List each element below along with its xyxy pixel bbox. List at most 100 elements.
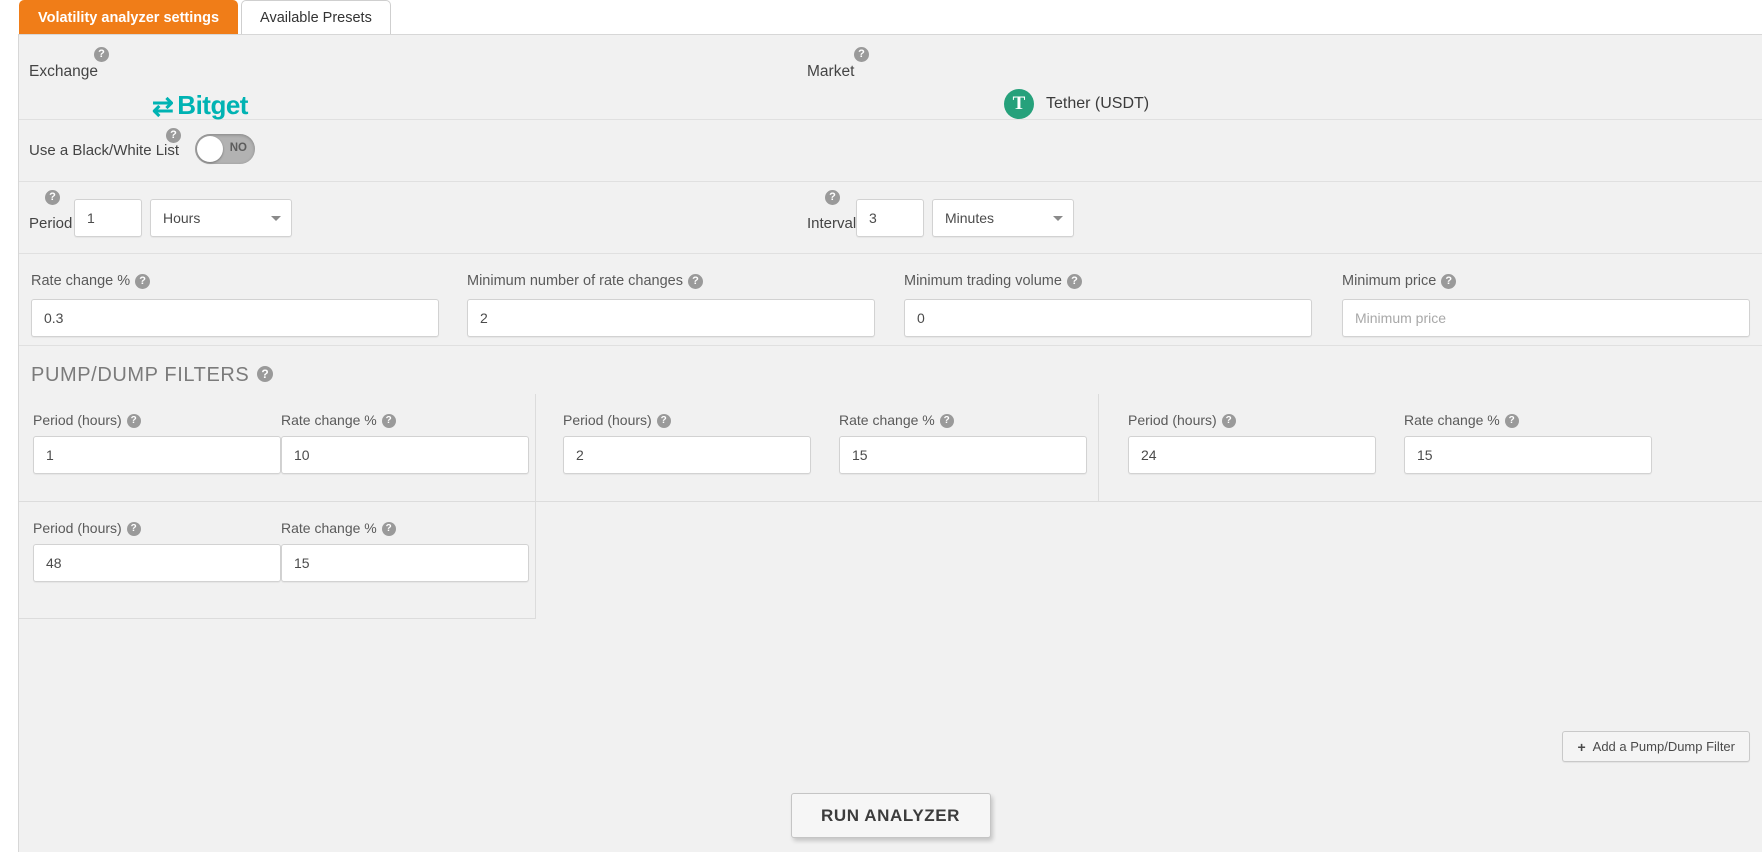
period-help-icon[interactable]: ?	[45, 190, 60, 205]
pd4-period-input[interactable]: 48	[33, 544, 281, 582]
pump-dump-filter-1: Period (hours)? 1 Rate change %? 10	[19, 394, 536, 502]
settings-panel: Exchange ? ⇄ Bitget Market ? T Tether (U…	[18, 34, 1762, 852]
pd4-period-help-icon[interactable]: ?	[126, 522, 141, 537]
rate-change-label: Rate change %?	[31, 273, 151, 289]
interval-value-input[interactable]: 3	[856, 199, 924, 237]
main-filters-row: Rate change %? 0.3 Minimum number of rat…	[19, 254, 1762, 346]
pump-dump-title-row: PUMP/DUMP FILTERS?	[19, 346, 1762, 394]
blacklist-help-icon[interactable]: ?	[166, 128, 181, 143]
chevron-down-icon	[271, 216, 281, 221]
label-text: Rate change %	[31, 273, 131, 289]
pd2-rate-label: Rate change %?	[839, 412, 954, 429]
min-trading-volume-label: Minimum trading volume?	[904, 273, 1082, 289]
pd2-period-label: Period (hours)?	[563, 412, 671, 429]
tab-available-presets[interactable]: Available Presets	[241, 0, 391, 34]
tether-icon: T	[1004, 89, 1034, 119]
label-text: Rate change %	[281, 412, 377, 428]
bitget-mark-icon: ⇄	[152, 90, 174, 121]
label-text: Rate change %	[1404, 412, 1500, 428]
pd3-rate-label: Rate change %?	[1404, 412, 1519, 429]
pd1-period-label: Period (hours)?	[33, 412, 141, 429]
label-text: Period (hours)	[563, 412, 652, 428]
market-coin-name: Tether (USDT)	[1046, 95, 1150, 112]
label-text: Period (hours)	[33, 412, 122, 428]
min-price-label: Minimum price?	[1342, 273, 1457, 289]
min-rate-changes-input[interactable]: 2	[467, 299, 875, 337]
toggle-value: NO	[229, 142, 247, 154]
market-label: Market	[807, 63, 855, 80]
plus-icon: +	[1577, 738, 1586, 755]
pump-dump-filters-row-2: Period (hours)? 48 Rate change %? 15	[19, 502, 1762, 619]
blacklist-toggle[interactable]: NO	[195, 134, 255, 164]
market-help-icon[interactable]: ?	[854, 47, 869, 62]
pd2-rate-input[interactable]: 15	[839, 436, 1087, 474]
rate-change-help-icon[interactable]: ?	[135, 273, 151, 289]
exchange-name: Bitget	[177, 90, 248, 120]
interval-label: Interval	[807, 215, 857, 232]
exchange-logo-bitget[interactable]: ⇄ Bitget	[152, 90, 248, 121]
pump-dump-filters-row-1: Period (hours)? 1 Rate change %? 10 Peri…	[19, 394, 1762, 502]
pd3-period-label: Period (hours)?	[1128, 412, 1236, 429]
tab-volatility-analyzer-settings[interactable]: Volatility analyzer settings	[19, 0, 239, 34]
pump-dump-filter-4: Period (hours)? 48 Rate change %? 15	[19, 502, 536, 619]
pd4-rate-input[interactable]: 15	[281, 544, 529, 582]
label-text: Period (hours)	[33, 520, 122, 536]
label-text: Minimum trading volume	[904, 273, 1062, 289]
pump-dump-help-icon[interactable]: ?	[257, 366, 274, 382]
interval-unit-select[interactable]: Minutes	[932, 199, 1074, 237]
tab-label: Available Presets	[260, 9, 372, 26]
min-rate-changes-label: Minimum number of rate changes?	[467, 273, 703, 289]
pd2-rate-help-icon[interactable]: ?	[939, 414, 954, 429]
add-filter-label: Add a Pump/Dump Filter	[1592, 739, 1735, 754]
exchange-help-icon[interactable]: ?	[94, 47, 109, 62]
section-title-text: PUMP/DUMP FILTERS	[31, 364, 250, 386]
volatility-analyzer-page: Volatility analyzer settings Available P…	[0, 0, 1762, 852]
pump-dump-filter-2: Period (hours)? 2 Rate change %? 15	[537, 394, 1099, 502]
label-text: Rate change %	[839, 412, 935, 428]
min-price-help-icon[interactable]: ?	[1441, 273, 1457, 289]
pd1-period-input[interactable]: 1	[33, 436, 281, 474]
pd2-period-help-icon[interactable]: ?	[656, 414, 671, 429]
interval-help-icon[interactable]: ?	[825, 190, 840, 205]
tab-bar: Volatility analyzer settings Available P…	[0, 0, 1762, 34]
pd3-rate-input[interactable]: 15	[1404, 436, 1652, 474]
pump-dump-section-title: PUMP/DUMP FILTERS?	[31, 364, 274, 387]
label-text: Minimum number of rate changes	[467, 273, 683, 289]
blacklist-row: Use a Black/White List ? NO	[19, 120, 1762, 182]
exchange-market-row: Exchange ? ⇄ Bitget Market ? T Tether (U…	[19, 35, 1762, 120]
label-text: Minimum price	[1342, 273, 1437, 289]
blacklist-label: Use a Black/White List	[29, 142, 180, 159]
rate-change-input[interactable]: 0.3	[31, 299, 439, 337]
label-text: Rate change %	[281, 520, 377, 536]
pd1-rate-help-icon[interactable]: ?	[381, 414, 396, 429]
pd4-rate-label: Rate change %?	[281, 520, 396, 537]
chevron-down-icon	[1053, 216, 1063, 221]
period-value-input[interactable]: 1	[74, 199, 142, 237]
toggle-knob	[197, 136, 223, 162]
period-interval-row: ? Period 1 Hours ? Interval 3 Minutes	[19, 182, 1762, 254]
pd1-period-help-icon[interactable]: ?	[126, 414, 141, 429]
add-pump-dump-filter-button[interactable]: + Add a Pump/Dump Filter	[1562, 731, 1750, 762]
pd3-rate-help-icon[interactable]: ?	[1504, 414, 1519, 429]
pd3-period-input[interactable]: 24	[1128, 436, 1376, 474]
period-unit-value: Hours	[163, 210, 201, 226]
pd4-rate-help-icon[interactable]: ?	[381, 522, 396, 537]
pd4-period-label: Period (hours)?	[33, 520, 141, 537]
min-rate-changes-help-icon[interactable]: ?	[688, 273, 703, 289]
pd3-period-help-icon[interactable]: ?	[1221, 414, 1236, 429]
exchange-label: Exchange	[29, 63, 98, 80]
tab-label: Volatility analyzer settings	[38, 9, 220, 26]
pump-dump-filter-3: Period (hours)? 24 Rate change %? 15	[1100, 394, 1700, 502]
market-coin[interactable]: T Tether (USDT)	[1004, 89, 1149, 119]
run-analyzer-button[interactable]: RUN ANALYZER	[790, 793, 991, 838]
pd1-rate-input[interactable]: 10	[281, 436, 529, 474]
min-price-input[interactable]: Minimum price	[1342, 299, 1750, 337]
pd1-rate-label: Rate change %?	[281, 412, 396, 429]
period-unit-select[interactable]: Hours	[150, 199, 292, 237]
min-trading-volume-input[interactable]: 0	[904, 299, 1312, 337]
label-text: Period (hours)	[1128, 412, 1217, 428]
interval-unit-value: Minutes	[945, 210, 995, 226]
min-trading-volume-help-icon[interactable]: ?	[1066, 273, 1082, 289]
pd2-period-input[interactable]: 2	[563, 436, 811, 474]
period-label: Period	[29, 215, 73, 232]
